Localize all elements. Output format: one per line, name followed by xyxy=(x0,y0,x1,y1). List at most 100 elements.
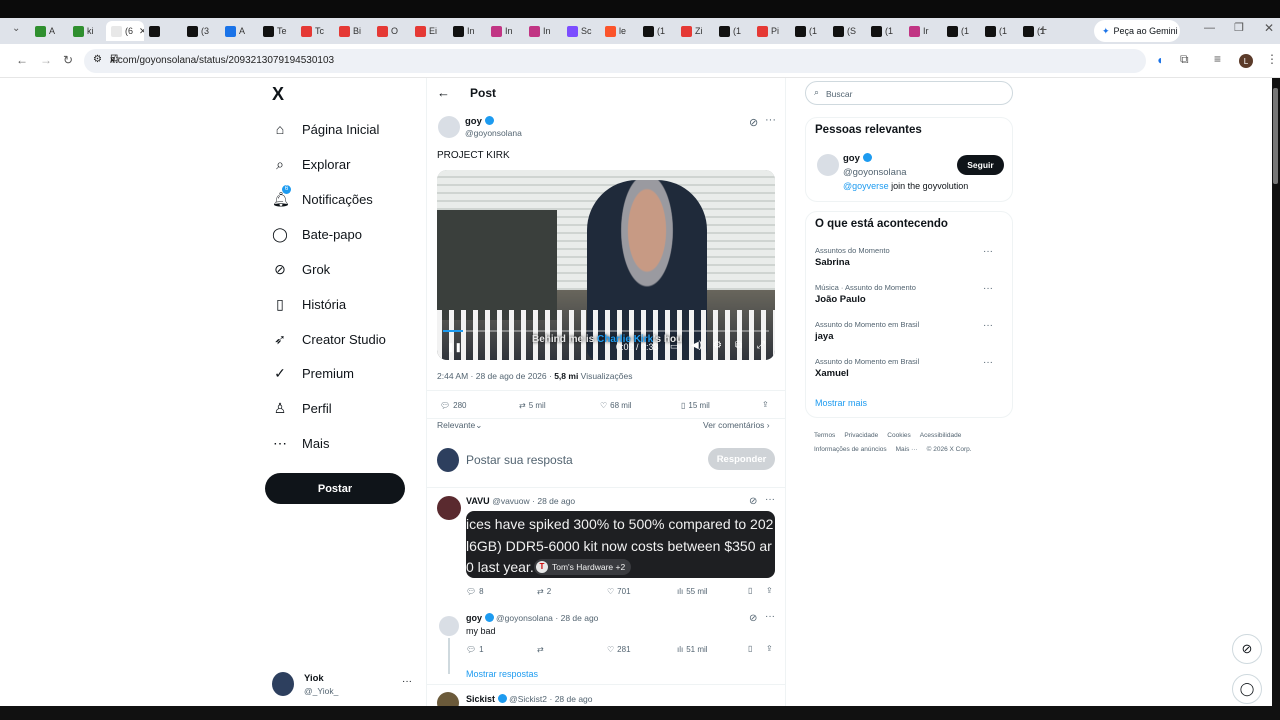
view-quotes-link[interactable]: Ver comentários › xyxy=(703,420,770,430)
nav-item-hist-ria[interactable]: ▯ História xyxy=(272,292,346,316)
browser-menu-icon[interactable]: ⋮ xyxy=(1266,52,1278,66)
browser-tab[interactable]: (1 xyxy=(980,21,1018,41)
settings-gear-icon[interactable]: ⚙ xyxy=(713,340,722,351)
reply-author-handle[interactable]: @goyonsolana xyxy=(496,613,553,623)
browser-tab[interactable]: A xyxy=(30,21,68,41)
trend-item[interactable]: Assuntos do Momento Sabrina ··· xyxy=(815,246,1003,268)
extension-icon[interactable]: ◖ xyxy=(1156,53,1163,67)
volume-icon[interactable]: ◀) xyxy=(691,340,702,351)
nav-item-creator-studio[interactable]: ➶ Creator Studio xyxy=(272,327,386,351)
video-progress-track[interactable] xyxy=(443,330,769,332)
nav-item-bate-papo[interactable]: ◯ Bate-papo xyxy=(272,222,362,246)
footer-link[interactable]: Mais ··· xyxy=(896,446,918,453)
nav-item-grok[interactable]: ⊘ Grok xyxy=(272,257,330,281)
browser-tab[interactable]: O xyxy=(372,21,410,41)
views-action[interactable]: ılı 55 mil xyxy=(677,587,708,596)
bookmark-star-icon[interactable]: ☆ xyxy=(110,52,1136,66)
back-icon[interactable]: ← xyxy=(16,53,28,67)
restore-icon[interactable]: ❐ xyxy=(1234,21,1244,34)
trend-item[interactable]: Assunto do Momento em Brasil Xamuel ··· xyxy=(815,357,1003,379)
nav-item-mais[interactable]: ⋯ Mais xyxy=(272,431,329,455)
url-bar[interactable]: ⚙ x.com/goyonsolana/status/2093213079194… xyxy=(84,49,1146,73)
nav-item-notifica-es[interactable]: 🔔︎ 6 Notificações xyxy=(272,185,373,211)
reply-author-name[interactable]: goy xyxy=(466,613,482,623)
trend-more-icon[interactable]: ··· xyxy=(983,283,993,294)
show-replies-link[interactable]: Mostrar respostas xyxy=(466,669,538,679)
browser-tab[interactable]: (6 ✕ xyxy=(106,21,144,41)
fullscreen-icon[interactable]: ⤢ xyxy=(757,340,765,351)
minimize-icon[interactable]: — xyxy=(1204,22,1215,34)
follow-button[interactable]: Seguir xyxy=(957,155,1004,175)
reply-author-handle[interactable]: @vavuow xyxy=(492,496,529,506)
nav-item-explorar[interactable]: ⌕ Explorar xyxy=(272,152,350,176)
extensions-puzzle-icon[interactable]: ⧉ xyxy=(1180,52,1189,67)
post-author-name[interactable]: goy xyxy=(465,116,494,127)
media-controls-icon[interactable]: ≡ xyxy=(1214,52,1221,66)
reply-image[interactable]: ices have spiked 300% to 500% compared t… xyxy=(466,511,775,578)
relevant-person-name[interactable]: goy xyxy=(843,153,872,164)
footer-link[interactable]: Privacidade xyxy=(844,432,878,439)
browser-tab[interactable]: (3 xyxy=(182,21,220,41)
grok-explain-icon[interactable]: ⊘ xyxy=(749,613,757,624)
post-more-icon[interactable]: ··· xyxy=(765,114,776,126)
browser-tab[interactable]: (1 xyxy=(1018,21,1056,41)
trend-more-icon[interactable]: ··· xyxy=(983,320,993,331)
sort-replies-dropdown[interactable]: Relevante⌄ xyxy=(437,420,482,431)
post-button[interactable]: Postar xyxy=(265,473,405,504)
grok-explain-icon[interactable]: ⊘ xyxy=(749,496,757,507)
reload-icon[interactable]: ↻ xyxy=(63,53,73,67)
share-action[interactable]: ⇪ xyxy=(762,400,769,409)
footer-link[interactable]: Informações de anúncios xyxy=(814,446,887,453)
nav-item-perfil[interactable]: ♙ Perfil xyxy=(272,396,332,420)
browser-tab[interactable]: Zi xyxy=(676,21,714,41)
gemini-button[interactable]: ✦ Peça ao Gemini xyxy=(1094,20,1180,42)
reply-date[interactable]: · 28 de ago xyxy=(532,496,575,506)
account-more-icon[interactable]: ··· xyxy=(402,676,412,687)
browser-tab[interactable]: (1 xyxy=(638,21,676,41)
like-action[interactable]: ♡ 701 xyxy=(607,587,631,596)
browser-tab[interactable]: (1 xyxy=(714,21,752,41)
repost-action[interactable]: ⇄ 2 xyxy=(537,587,551,596)
browser-tab[interactable]: In xyxy=(448,21,486,41)
reply-author-avatar[interactable] xyxy=(437,496,461,520)
account-switcher[interactable]: Yiok @_Yiok_ ··· xyxy=(272,671,414,699)
browser-tab[interactable]: Pi xyxy=(752,21,790,41)
post-author-handle[interactable]: @goyonsolana xyxy=(465,128,522,138)
tab-search-chevron-icon[interactable]: ⌄ xyxy=(12,23,20,34)
close-window-icon[interactable]: ✕ xyxy=(1264,21,1274,35)
trend-item[interactable]: Música · Assunto do Momento João Paulo ··· xyxy=(815,283,1003,305)
repost-action[interactable]: ⇄ xyxy=(537,645,547,654)
captions-icon[interactable]: ▭ xyxy=(670,341,679,352)
nav-item-p-gina-inicial[interactable]: ⌂ Página Inicial xyxy=(272,117,380,141)
reply-date[interactable]: · 28 de ago xyxy=(555,613,598,623)
browser-tab[interactable] xyxy=(144,21,182,41)
reply-author-name[interactable]: Sickist xyxy=(466,694,495,704)
trend-more-icon[interactable]: ··· xyxy=(983,357,993,368)
reply-action[interactable]: 💬︎ 8 xyxy=(466,587,484,596)
grok-explain-icon[interactable]: ⊘ xyxy=(749,116,758,129)
browser-tab[interactable]: Bi xyxy=(334,21,372,41)
profile-avatar[interactable]: L xyxy=(1239,54,1253,68)
show-more-link[interactable]: Mostrar mais xyxy=(815,398,867,408)
reply-action[interactable]: 💬︎ 1 xyxy=(466,645,484,654)
browser-tab[interactable]: In xyxy=(486,21,524,41)
relevant-person-avatar[interactable] xyxy=(817,154,839,176)
browser-tab[interactable]: (1 xyxy=(866,21,904,41)
back-arrow-icon[interactable]: ← xyxy=(437,85,450,100)
reply-author-handle[interactable]: @Sickist2 xyxy=(509,694,547,704)
browser-tab[interactable]: le xyxy=(600,21,638,41)
pause-icon[interactable]: ❚❚ xyxy=(447,342,462,353)
post-timestamp[interactable]: 2:44 AM · 28 de ago de 2026 · xyxy=(437,371,554,381)
trend-item[interactable]: Assunto do Momento em Brasil jaya ··· xyxy=(815,320,1003,342)
browser-tab[interactable]: Te xyxy=(258,21,296,41)
footer-link[interactable]: Cookies xyxy=(887,432,910,439)
picture-in-picture-icon[interactable]: ⧉ xyxy=(735,340,742,351)
views-action[interactable]: ılı 51 mil xyxy=(677,645,708,654)
reply-action[interactable]: 💬︎ 280 xyxy=(440,401,467,410)
reply-more-icon[interactable]: ··· xyxy=(765,494,775,505)
bookmark-action[interactable]: ▯ xyxy=(748,644,752,653)
grok-float-button[interactable]: ⊘ xyxy=(1232,634,1262,664)
browser-tab[interactable]: In xyxy=(524,21,562,41)
reply-input[interactable]: Postar sua resposta xyxy=(466,453,573,467)
browser-tab[interactable]: Tc xyxy=(296,21,334,41)
